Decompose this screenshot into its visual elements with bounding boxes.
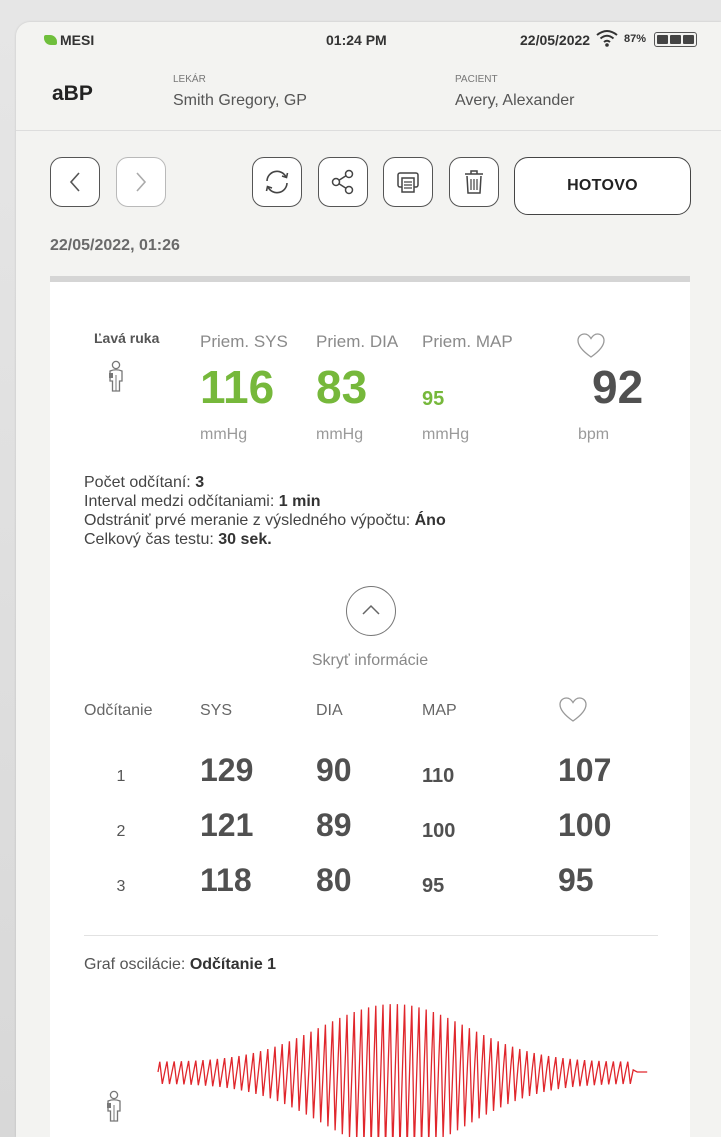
chevron-up-icon [362, 604, 380, 615]
info-value: 3 [195, 474, 205, 491]
col-header-dia: DIA [316, 702, 343, 719]
info-value: 1 min [278, 493, 321, 510]
sys-unit: mmHg [200, 426, 248, 443]
print-icon [397, 172, 419, 193]
leaf-icon [44, 35, 57, 45]
heart-icon [559, 697, 587, 722]
device-frame: MESI 01:24 PM 22/05/2022 87% aBP LEKÁR S… [0, 0, 721, 1137]
row-dia: 89 [316, 807, 352, 843]
refresh-button[interactable] [252, 157, 302, 207]
brand: MESI [44, 32, 94, 48]
col-header-index: Odčítanie [84, 702, 153, 719]
chevron-right-icon [136, 172, 147, 192]
share-button[interactable] [318, 157, 368, 207]
header-divider [16, 130, 721, 131]
app-screen: MESI 01:24 PM 22/05/2022 87% aBP LEKÁR S… [16, 22, 721, 1137]
row-hr: 95 [558, 862, 594, 898]
map-unit: mmHg [422, 426, 470, 443]
delete-button[interactable] [449, 157, 499, 207]
avg-sys-value: 116 [200, 361, 275, 413]
graph-label-text: Graf oscilácie: [84, 956, 190, 973]
row-dia: 90 [316, 752, 352, 788]
info-total-time: Celkový čas testu: 30 sek. [84, 531, 272, 549]
info-interval: Interval medzi odčítaniami: 1 min [84, 493, 321, 511]
info-remove-first: Odstrániť prvé meranie z výsledného výpo… [84, 512, 446, 530]
status-date: 22/05/2022 [520, 32, 591, 48]
status-bar: MESI 01:24 PM 22/05/2022 87% [16, 22, 721, 58]
info-readings-count: Počet odčítaní: 3 [84, 474, 204, 492]
info-label: Počet odčítaní: [84, 474, 196, 491]
row-sys: 129 [200, 752, 254, 788]
row-hr: 100 [558, 807, 612, 843]
avg-map-value: 95 [422, 388, 445, 410]
dia-unit: mmHg [316, 426, 364, 443]
patient-label: PACIENT [455, 74, 498, 85]
col-header-sys: SYS [200, 702, 233, 719]
avg-dia-label: Priem. DIA [316, 332, 399, 351]
col-header-map: MAP [422, 702, 457, 719]
patient-name: Avery, Alexander [455, 92, 575, 109]
info-label: Odstrániť prvé meranie z výsledného výpo… [84, 512, 415, 529]
battery-percent: 87% [624, 33, 647, 45]
oscillation-graph [157, 1004, 648, 1137]
heart-icon [577, 333, 605, 358]
share-icon [331, 169, 354, 195]
done-button[interactable]: HOTOVO [514, 157, 691, 215]
page-title: aBP [52, 82, 93, 105]
person-icon [107, 1090, 121, 1122]
print-button[interactable] [383, 157, 433, 207]
next-button[interactable] [116, 157, 166, 207]
person-icon [109, 360, 123, 392]
row-dia: 80 [316, 862, 352, 898]
status-time: 01:24 PM [326, 32, 387, 48]
wifi-icon [596, 30, 618, 47]
avg-map-label: Priem. MAP [422, 332, 513, 351]
results-card: Ľavá ruka Priem. SYS Priem. DIA Priem. M… [50, 276, 690, 1137]
arm-label: Ľavá ruka [94, 330, 160, 346]
trash-icon [465, 170, 483, 194]
info-value: 30 sek. [218, 531, 272, 548]
hr-unit: bpm [578, 426, 610, 443]
measurement-timestamp: 22/05/2022, 01:26 [50, 237, 180, 254]
oscillation-waveform [157, 1004, 648, 1137]
avg-sys-label: Priem. SYS [200, 332, 288, 351]
doctor-name: Smith Gregory, GP [173, 92, 307, 109]
row-sys: 118 [200, 862, 252, 898]
brand-name: MESI [60, 32, 95, 48]
info-label: Interval medzi odčítaniami: [84, 493, 279, 510]
row-index: 1 [116, 768, 126, 785]
row-map: 95 [422, 875, 445, 897]
info-label: Celkový čas testu: [84, 531, 219, 548]
chevron-left-icon [69, 172, 80, 192]
battery-icon [654, 32, 697, 47]
row-hr: 107 [558, 752, 612, 788]
row-map: 110 [422, 765, 455, 787]
row-index: 2 [116, 823, 126, 840]
refresh-icon [265, 170, 289, 194]
row-index: 3 [116, 878, 126, 895]
graph-reading-name: Odčítanie 1 [189, 956, 277, 973]
heart-rate-value: 92 [592, 361, 644, 413]
doctor-label: LEKÁR [173, 74, 206, 85]
info-value: Áno [414, 512, 446, 529]
row-sys: 121 [200, 807, 254, 843]
previous-button[interactable] [50, 157, 100, 207]
hide-info-link[interactable]: Skryť informácie [50, 652, 690, 670]
row-map: 100 [422, 820, 456, 842]
collapse-info-button[interactable] [346, 586, 396, 636]
oscillation-graph-label: Graf oscilácie: Odčítanie 1 [84, 956, 276, 974]
card-divider [84, 935, 658, 936]
avg-dia-value: 83 [316, 361, 368, 413]
